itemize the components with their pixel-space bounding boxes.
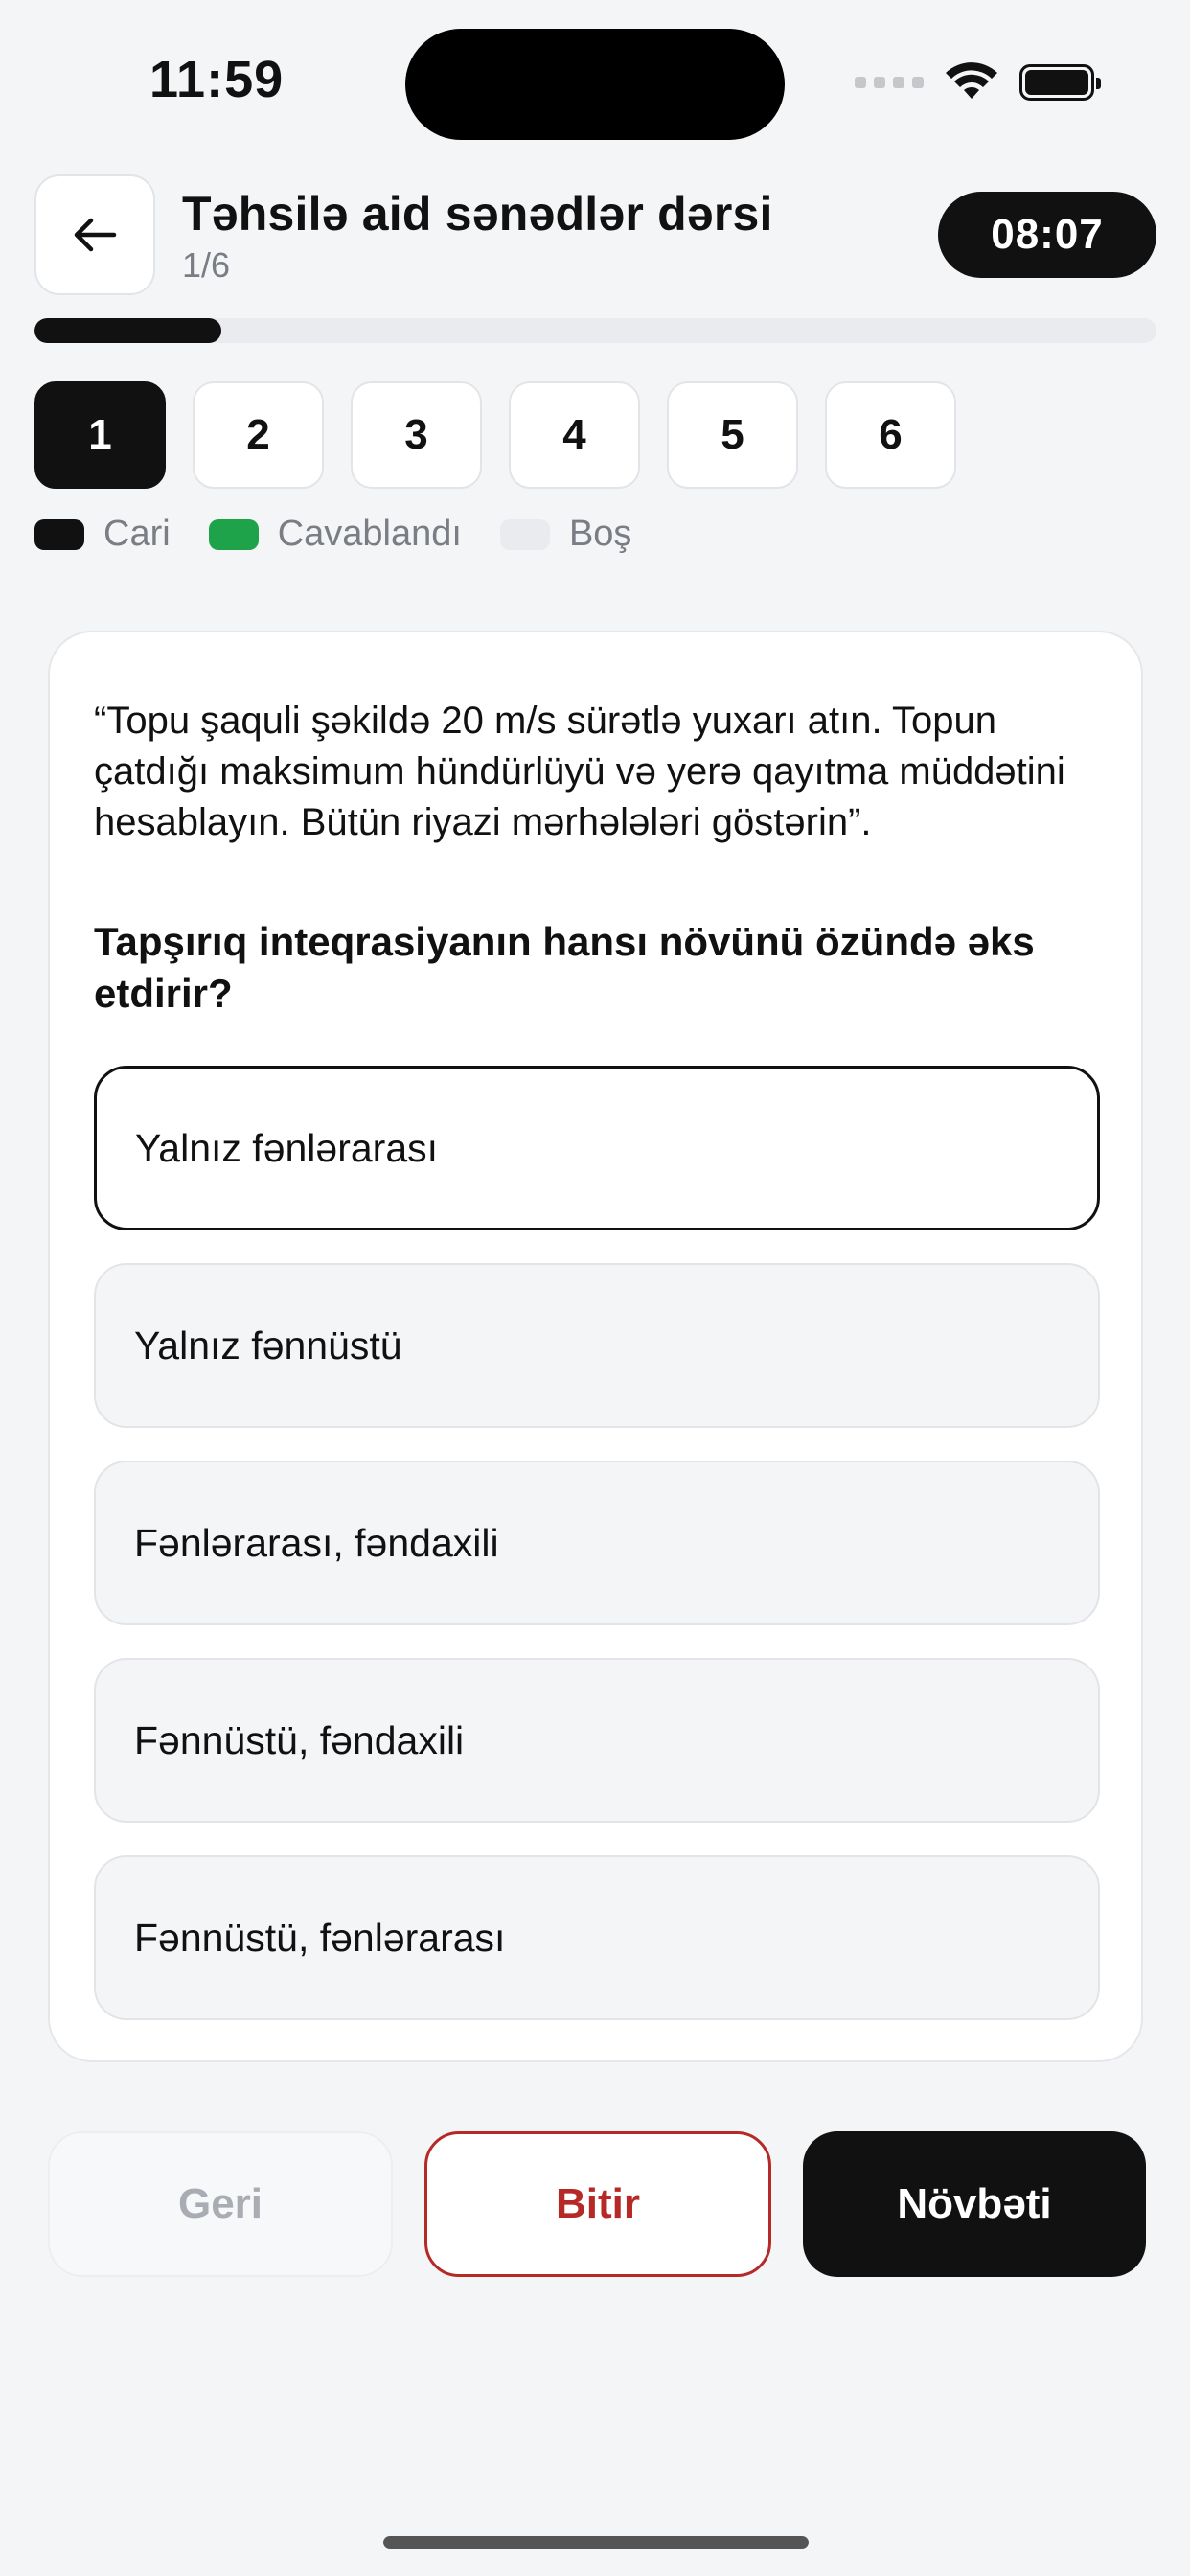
question-counter: 1/6 — [182, 245, 231, 285]
question-number-5[interactable]: 5 — [667, 381, 798, 489]
status-icons — [855, 61, 1101, 104]
legend-swatch — [208, 518, 259, 550]
back-button[interactable] — [34, 174, 155, 295]
question-card: “Topu şaquli şəkildə 20 m/s sürətlə yuxa… — [48, 631, 1143, 2062]
answer-option-3[interactable]: Fənlərarası, fəndaxili — [94, 1460, 1100, 1625]
question-number-6[interactable]: 6 — [825, 381, 956, 489]
legend-label: Cari — [103, 514, 171, 554]
legend-swatch — [34, 518, 84, 550]
signal-icon — [855, 77, 924, 88]
answer-option-5[interactable]: Fənnüstü, fənlərarası — [94, 1855, 1100, 2020]
dynamic-island — [405, 29, 785, 140]
question-number-2[interactable]: 2 — [193, 381, 324, 489]
answer-option-4[interactable]: Fənnüstü, fəndaxili — [94, 1658, 1100, 1823]
legend-item: Cavablandı — [208, 514, 462, 555]
next-button[interactable]: Növbəti — [803, 2131, 1146, 2277]
question-number-4[interactable]: 4 — [509, 381, 640, 489]
wifi-icon — [946, 62, 997, 99]
progress-bar — [34, 318, 1156, 343]
legend-item: Cari — [34, 514, 171, 555]
question-text: “Topu şaquli şəkildə 20 m/s sürətlə yuxa… — [94, 700, 1065, 843]
home-indicator — [383, 2536, 809, 2549]
question-navigator: 123456 — [34, 381, 956, 489]
lesson-title: Təhsilə aid sənədlər dərsi — [182, 187, 773, 241]
finish-button[interactable]: Bitir — [424, 2131, 771, 2277]
screen: 11:59 Təhsilə aid sənədlər dərsi 1/6 08:… — [0, 0, 1190, 2576]
legend: Cari Cavablandı Boş — [34, 514, 670, 555]
battery-icon — [1019, 64, 1101, 101]
status-time: 11:59 — [149, 51, 285, 108]
legend-swatch — [499, 518, 550, 550]
timer-badge: 08:07 — [938, 192, 1156, 278]
answer-option-2[interactable]: Yalnız fənnüstü — [94, 1263, 1100, 1428]
legend-label: Boş — [568, 514, 632, 554]
legend-item: Boş — [499, 514, 632, 555]
question-number-3[interactable]: 3 — [351, 381, 482, 489]
question-prompt: Tapşırıq inteqrasiyanın hansı növünü özü… — [94, 919, 1035, 1016]
legend-label: Cavablandı — [277, 514, 462, 554]
answer-option-1[interactable]: Yalnız fənlərarası — [94, 1066, 1100, 1230]
question-number-1[interactable]: 1 — [34, 381, 166, 489]
previous-button[interactable]: Geri — [48, 2131, 393, 2277]
progress-fill — [34, 318, 222, 343]
arrow-left-icon — [74, 218, 117, 252]
